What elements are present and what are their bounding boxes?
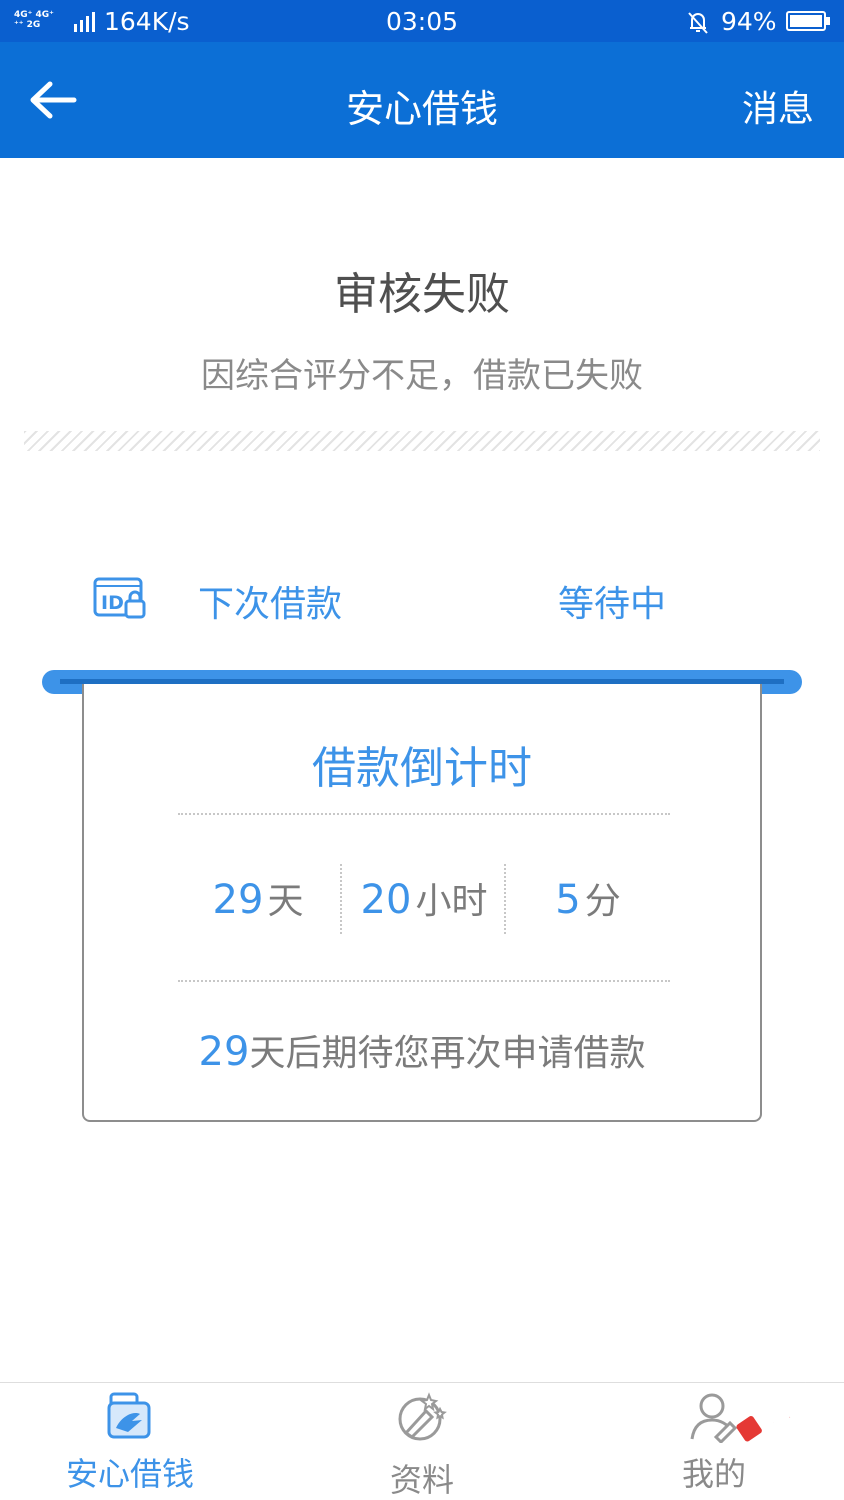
footer-text: 天后期待您再次申请借款 — [249, 1033, 646, 1074]
dotted-divider — [178, 980, 670, 982]
tab-loan-label: 安心借钱 — [65, 1455, 194, 1493]
tab-profile-data-label: 资料 — [389, 1461, 454, 1499]
days-unit: 天 — [267, 881, 304, 922]
nav-bar: 安心借钱 消息 — [0, 42, 844, 158]
profile-data-icon — [398, 1392, 447, 1441]
minutes-value: 5 — [555, 877, 581, 923]
hatched-divider — [24, 431, 820, 451]
countdown-hours: 20 小时 — [342, 872, 506, 924]
next-loan-status: 等待中 — [558, 584, 667, 625]
mute-bell-icon — [688, 12, 708, 34]
dotted-divider — [178, 813, 670, 815]
countdown-footer: 29天后期待您再次申请借款 — [84, 1024, 760, 1076]
result-title: 审核失败 — [334, 269, 510, 320]
tab-profile-data[interactable]: 资料 — [292, 1383, 552, 1500]
minutes-unit: 分 — [584, 881, 621, 922]
watermark-logo: 卡农社区 — [731, 1364, 836, 1465]
messages-button[interactable]: 消息 — [742, 80, 814, 132]
tab-bar: 安心借钱 资料 我的 — [0, 1382, 844, 1500]
status-bar: 4G⁺ 4G⁺ ⁺⁺ 2G 164K/s 03:05 94% — [0, 0, 844, 42]
days-value: 29 — [212, 877, 264, 923]
page-title: 安心借钱 — [345, 87, 498, 131]
svg-text:ID: ID — [101, 592, 124, 614]
countdown-days: 29 天 — [176, 872, 340, 924]
result-subtitle: 因综合评分不足，借款已失败 — [201, 356, 643, 396]
next-loan-row: ID 下次借款 等待中 — [0, 570, 844, 630]
hours-unit: 小时 — [415, 881, 488, 922]
countdown-card: 借款倒计时 29 天 20 小时 5分 29天后期待您再次申请借款 — [82, 684, 762, 1122]
tab-mine-label: 我的 — [681, 1455, 746, 1493]
tab-loan[interactable]: 安心借钱 — [0, 1383, 260, 1500]
id-lock-icon: ID — [93, 577, 146, 619]
clock: 03:05 — [385, 7, 459, 36]
battery-icon — [786, 11, 830, 31]
countdown-minutes: 5分 — [506, 872, 670, 924]
footer-days: 29 — [198, 1029, 250, 1075]
wallet-icon — [107, 1392, 151, 1439]
next-loan-label: 下次借款 — [198, 584, 343, 625]
hours-value: 20 — [360, 877, 412, 923]
countdown-title: 借款倒计时 — [312, 743, 532, 794]
battery-percent: 94% — [721, 7, 777, 36]
